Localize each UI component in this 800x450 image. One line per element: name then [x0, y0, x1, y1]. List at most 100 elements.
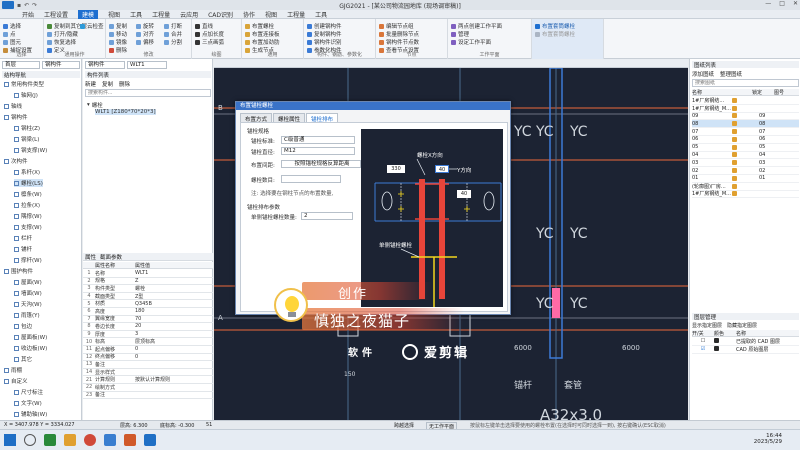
count-input[interactable] [281, 175, 341, 183]
maximize-button[interactable]: □ [779, 0, 785, 7]
lock-icon[interactable] [732, 121, 737, 127]
drawing-row[interactable]: 1#厂房钢结_M... [692, 105, 799, 113]
drawing-row[interactable]: 07 07 [692, 128, 799, 136]
tree-item[interactable]: 栏杆 [14, 234, 32, 242]
tree-item[interactable]: 包边 [14, 322, 32, 330]
menu-modeling[interactable]: 建模 [78, 9, 99, 19]
minimize-button[interactable]: — [765, 0, 771, 7]
layer-checkbox[interactable]: ☐ [692, 338, 714, 344]
drawing-row[interactable]: (轮廓图)厂房... [692, 183, 799, 191]
drawing-row[interactable]: 1#厂房钢结... [692, 97, 799, 105]
place-plate-button[interactable]: 布置连接板 [245, 30, 280, 38]
spacing-button[interactable]: 按照锚栓规格反算距离 [281, 160, 361, 168]
lock-icon[interactable] [732, 144, 737, 150]
tab-properties[interactable]: 属性 [85, 253, 96, 261]
show-layer-button[interactable]: 显示指定图层 [692, 322, 722, 329]
place-stiffener-button[interactable]: 布置加劲肋 [245, 38, 280, 46]
place-anchor-bolt-button-2[interactable]: 布置套筒螺栓 [535, 30, 575, 38]
lock-icon[interactable] [732, 191, 737, 197]
component-type-select[interactable]: 钢构件 [85, 61, 125, 69]
tree-item[interactable]: 钢柱(Z) [14, 124, 40, 132]
status-select-mode[interactable]: 跨越选择 [394, 422, 414, 429]
drawing-row[interactable]: 09 09 [692, 113, 799, 121]
search-icon[interactable] [24, 434, 36, 446]
app-icon[interactable] [44, 434, 56, 446]
diameter-select[interactable]: M12 [281, 147, 355, 155]
menu-tools[interactable]: 工具 [130, 10, 142, 19]
drawing-row[interactable]: 03 03 [692, 159, 799, 168]
property-row[interactable]: 23 备注 [83, 392, 213, 400]
lock-icon[interactable] [732, 160, 737, 166]
break-button[interactable]: 打断 [164, 22, 182, 30]
line-button[interactable]: 直线 [195, 22, 213, 30]
menu-quantities[interactable]: 工程量 [152, 10, 170, 19]
two-point-plane-button[interactable]: 两点创建工作平面 [451, 22, 502, 30]
lock-icon[interactable] [732, 105, 737, 111]
delete-component-button[interactable]: 删除 [119, 80, 130, 88]
tree-item[interactable]: 铺杆 [14, 245, 32, 253]
menu-start[interactable]: 开始 [22, 10, 34, 19]
menu-tools2[interactable]: 工具 [315, 10, 327, 19]
align-button[interactable]: 对齐 [136, 30, 154, 38]
edit-node-group-button[interactable]: 编辑节点组 [379, 22, 414, 30]
tree-item[interactable]: 收边板(W) [14, 344, 47, 352]
tree-item[interactable]: 轴网(J) [14, 91, 38, 99]
component-search-input[interactable] [85, 89, 211, 97]
menu-cad[interactable]: CAD识别 [208, 10, 233, 19]
drawing-row[interactable]: 1#厂房钢结_M... [692, 191, 799, 199]
lock-icon[interactable] [732, 168, 737, 174]
menu-view2[interactable]: 视图 [265, 10, 277, 19]
lock-icon[interactable] [732, 97, 737, 103]
diagram-dim-input-3[interactable]: 40 [457, 190, 471, 198]
menu-view[interactable]: 视图 [108, 10, 120, 19]
category-select[interactable]: 钢构件 [42, 61, 80, 69]
set-plane-button[interactable]: 设定工作平面 [451, 38, 491, 46]
lock-icon[interactable] [732, 175, 737, 181]
lock-icon[interactable] [732, 152, 737, 158]
cloud-check-button[interactable]: 云检查 [80, 22, 104, 30]
qty-select[interactable]: 2 [301, 212, 353, 220]
drawing-row[interactable]: 01 01 [692, 175, 799, 183]
drawing-search-input[interactable] [692, 79, 799, 87]
menu-project-settings[interactable]: 工程设置 [44, 10, 68, 19]
tree-item[interactable]: 辅助轴(W) [14, 410, 47, 418]
lock-icon[interactable] [732, 129, 737, 135]
tree-item[interactable]: 轴线 [4, 102, 22, 110]
copy-steel-button[interactable]: 复制钢构件 [307, 30, 342, 38]
browser-icon[interactable] [84, 434, 96, 446]
toggle-visibility-button[interactable]: 打开/隐藏 [47, 30, 78, 38]
tree-item[interactable]: 钢支撑(W) [14, 146, 47, 154]
tree-item[interactable]: 隅撑(W) [14, 212, 42, 220]
windows-start-icon[interactable] [4, 434, 16, 446]
drawing-row[interactable]: 06 06 [692, 136, 799, 144]
tree-item[interactable]: 天沟(W) [14, 300, 42, 308]
place-anchor-bolt-button[interactable]: 布置套筒螺栓 [535, 22, 575, 30]
move-button[interactable]: 移动 [109, 30, 127, 38]
place-bolt-button[interactable]: 布置螺栓 [245, 22, 274, 30]
layer-row[interactable]: ☑ CAD 原始图层 [692, 345, 799, 354]
diagram-dim-input-2[interactable]: 40 [435, 165, 449, 173]
copy-component-button[interactable]: 复制 [102, 80, 113, 88]
identify-steel-button[interactable]: 钢构件识别 [307, 38, 342, 46]
tree-item[interactable]: 螺栓(LS) [14, 179, 43, 187]
mirror-button[interactable]: 镜像 [109, 38, 127, 46]
new-component-button[interactable]: 新建 [85, 80, 96, 88]
drawing-row[interactable]: 05 05 [692, 144, 799, 152]
add-drawing-button[interactable]: 添加图纸 [692, 70, 714, 78]
tree-item[interactable]: 拉条(X) [14, 201, 40, 209]
diagram-dim-input-1[interactable]: 330 [387, 165, 405, 173]
tree-item[interactable]: 雨棚 [4, 366, 22, 374]
tree-item[interactable]: 系杆(X) [14, 168, 40, 176]
folder-icon[interactable] [64, 434, 76, 446]
arc-button[interactable]: 三点画弧 [195, 38, 224, 46]
tree-item[interactable]: 雨篷(Y) [14, 311, 40, 319]
drawing-row[interactable]: 08 08 [692, 120, 799, 129]
tree-item[interactable]: 支撑(W) [14, 223, 42, 231]
component-tree-item[interactable]: WLT1 [Z180*70*20*3] [95, 109, 156, 115]
tree-item[interactable]: 撑杆(W) [14, 256, 42, 264]
ribbon-select-button[interactable]: 选择 [3, 22, 21, 30]
gjg-app-icon[interactable] [144, 434, 156, 446]
ppt-icon[interactable] [124, 434, 136, 446]
lock-icon[interactable] [732, 113, 737, 119]
tree-item[interactable]: 钢梁(L) [14, 135, 39, 143]
